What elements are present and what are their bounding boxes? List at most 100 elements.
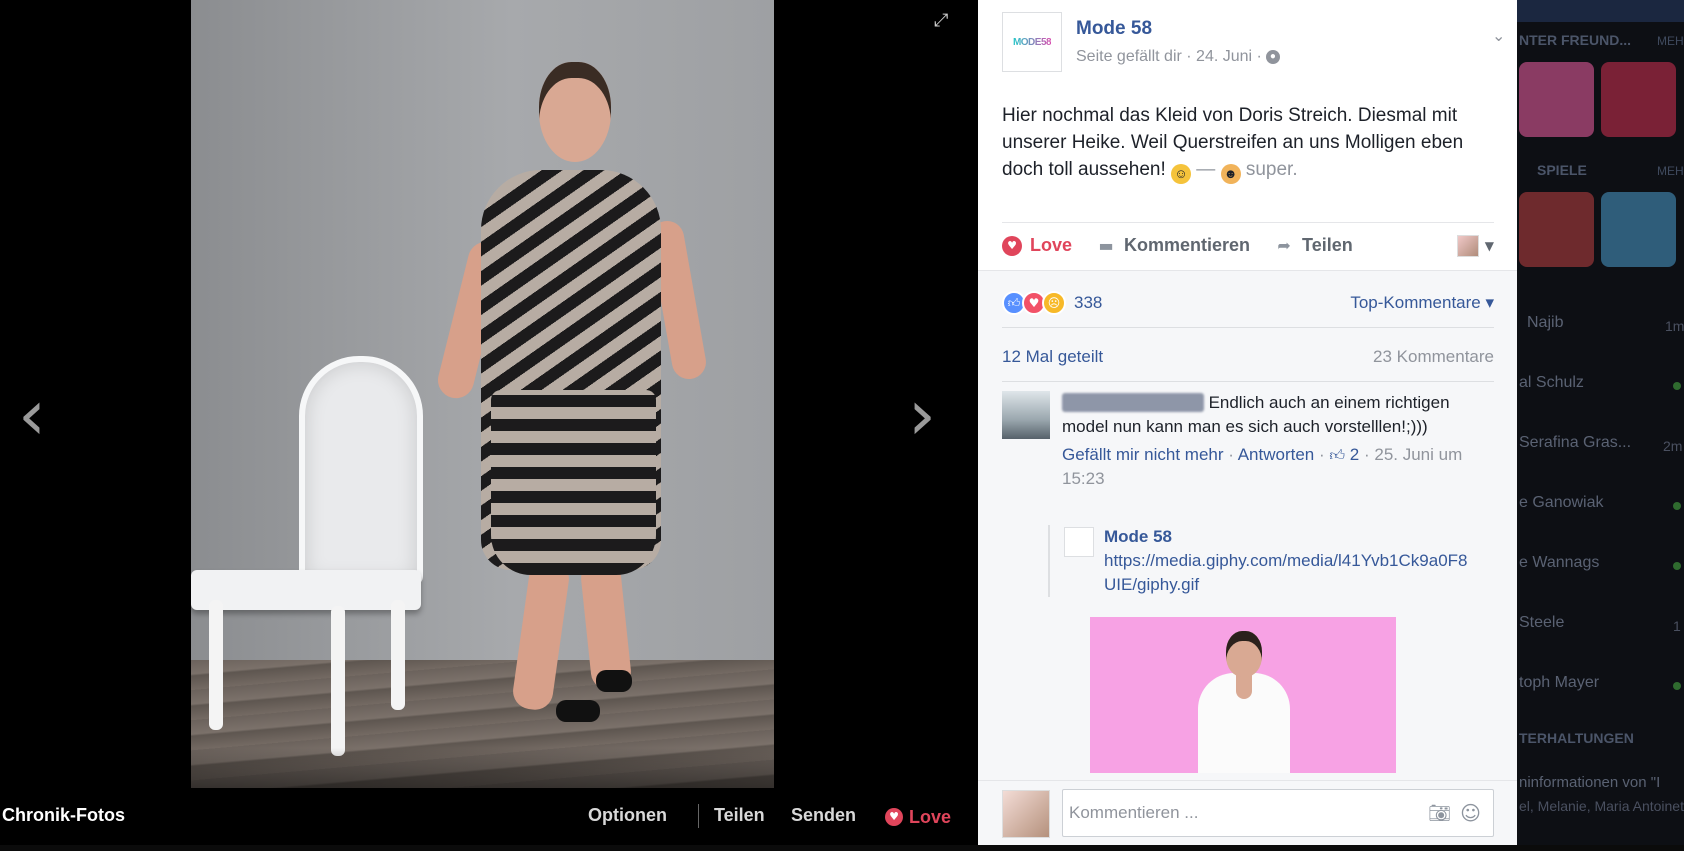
current-user-avatar[interactable]	[1002, 790, 1050, 838]
send-button[interactable]: Senden	[791, 788, 856, 846]
reply-author-link[interactable]: Mode 58	[1104, 525, 1478, 549]
comment-sort-dropdown[interactable]: Top-Kommentare ▾	[1350, 293, 1494, 313]
photo-person-skirt	[491, 390, 656, 575]
viewer-avatar	[1456, 235, 1479, 257]
page-name-link[interactable]: Mode 58	[1076, 18, 1152, 40]
sidebar-contact[interactable]: e Ganowiak	[1519, 494, 1604, 512]
photo-chair-back	[299, 356, 423, 586]
sidebar-heading-friends: NTER FREUND...	[1519, 32, 1631, 48]
post-panel: MODE58 Mode 58 Seite gefällt dir · 24. J…	[978, 0, 1517, 845]
gif-person-head	[1226, 631, 1262, 677]
sidebar-contact[interactable]: al Schulz	[1519, 374, 1584, 392]
globe-icon[interactable]: ●	[1265, 50, 1280, 64]
sidebar-contact-status: 1m	[1665, 318, 1684, 334]
comment-like-count[interactable]: 2	[1350, 445, 1359, 464]
fullscreen-expand-icon[interactable]: ⤢	[934, 10, 956, 32]
game-tile[interactable]	[1601, 192, 1676, 267]
love-button[interactable]: ♥ Love	[885, 788, 951, 846]
sidebar-contact[interactable]: toph Mayer	[1519, 674, 1599, 692]
comment-sort-label: Top-Kommentare	[1350, 293, 1481, 312]
options-button[interactable]: Optionen	[588, 788, 667, 846]
comment-bubble-icon: ▬	[1098, 235, 1114, 255]
post-meta-text: Seite gefällt dir · 24. Juni ·	[1076, 48, 1262, 65]
viewer-bottom-bar: Chronik-Fotos Optionen Teilen Senden ♥ L…	[0, 748, 978, 846]
smile-emoji-icon: ☺	[1171, 164, 1192, 184]
online-dot	[1673, 382, 1681, 390]
share-post-label: Teilen	[1302, 235, 1353, 255]
sidebar-more-link[interactable]: MEH	[1657, 34, 1684, 48]
album-link[interactable]: Chronik-Fotos	[2, 788, 125, 846]
heart-icon: ♥	[1002, 235, 1022, 256]
unlike-comment-link[interactable]: Gefällt mir nicht mehr	[1062, 445, 1224, 464]
shares-count[interactable]: 12 Mal geteilt	[1002, 347, 1103, 367]
reply-link[interactable]: Antworten	[1238, 445, 1315, 464]
photo-person-head	[539, 62, 611, 162]
reply-page-avatar[interactable]	[1064, 527, 1094, 557]
reactions-summary: 👍︎ ♥ ☹ 338 Top-Kommentare ▾	[1002, 287, 1494, 319]
page-avatar[interactable]: MODE58	[1002, 12, 1062, 72]
comment-button[interactable]: ▬ Kommentieren	[1096, 235, 1250, 256]
post-meta: Seite gefällt dir · 24. Juni · ●	[1076, 48, 1280, 66]
background-top-strip	[1517, 0, 1684, 22]
reply-body: Mode 58 https://media.giphy.com/media/l4…	[1104, 525, 1478, 597]
love-label: Love	[909, 807, 952, 827]
photo-chair-leg	[209, 600, 223, 730]
post-message: Hier nochmal das Kleid von Doris Streich…	[1002, 102, 1502, 184]
sidebar-contact-status: 2m	[1663, 438, 1683, 454]
share-button[interactable]: Teilen	[714, 788, 765, 846]
game-tile[interactable]	[1601, 62, 1676, 137]
comments-count[interactable]: 23 Kommentare	[1373, 347, 1494, 367]
post-actions: ♥ Love ▬ Kommentieren ➦ Teilen ▼	[1002, 222, 1494, 268]
sidebar-more-link[interactable]: MEH	[1657, 164, 1684, 178]
love-reaction-button[interactable]: ♥ Love	[1002, 235, 1072, 256]
game-tile[interactable]	[1519, 192, 1594, 267]
camera-icon[interactable]: 📷︎	[1428, 803, 1451, 824]
audience-selector[interactable]: ▼	[1456, 235, 1494, 257]
background-sidebar: NTER FREUND... MEH SPIELE MEH Najib 1m a…	[1517, 0, 1684, 851]
previous-photo-arrow-icon[interactable]: ‹	[18, 380, 58, 450]
comment-button-label: Kommentieren	[1124, 235, 1251, 255]
comment-input-box[interactable]: 📷︎ ☺	[1062, 789, 1494, 837]
online-dot	[1673, 562, 1681, 570]
photo-chair-leg	[331, 606, 345, 756]
comment-composer: 📷︎ ☺	[978, 780, 1517, 845]
commenter-name-redacted[interactable]: xxxxxxxxxxxxxxx	[1062, 393, 1204, 412]
commenter-avatar[interactable]	[1002, 391, 1050, 439]
reaction-count[interactable]: 338	[1074, 293, 1102, 313]
comment-actions: Gefällt mir nicht mehr · Antworten · 👍︎ …	[1062, 445, 1463, 488]
comment-body: xxxxxxxxxxxxxxx Endlich auch an einem ri…	[1062, 391, 1482, 491]
photo-shoe	[596, 670, 632, 692]
reply-gif-preview[interactable]	[1090, 617, 1396, 773]
game-tile[interactable]	[1519, 62, 1594, 137]
feeling-dash: —	[1196, 159, 1216, 180]
sidebar-contact[interactable]: Najib	[1527, 314, 1563, 332]
app-root: ‹ › ⤢ Chronik-Fotos Optionen Teilen Send…	[0, 0, 1684, 851]
wow-reaction-icon: ☹	[1042, 291, 1066, 315]
divider	[698, 804, 699, 828]
smiley-icon[interactable]: ☺	[1460, 801, 1481, 825]
sidebar-conversation-members: el, Melanie, Maria Antoinet	[1519, 798, 1684, 814]
feedback-section: 👍︎ ♥ ☹ 338 Top-Kommentare ▾ 12 Mal getei…	[978, 270, 1517, 845]
post-header: MODE58 Mode 58 Seite gefällt dir · 24. J…	[1002, 12, 1505, 72]
feeling-text[interactable]: super.	[1246, 159, 1298, 180]
online-dot	[1673, 502, 1681, 510]
comment-input[interactable]	[1069, 790, 1409, 836]
share-arrow-icon: ➦	[1277, 235, 1291, 255]
photo-chair-seat	[191, 570, 421, 610]
post-photo[interactable]	[191, 0, 774, 788]
love-reaction-label: Love	[1030, 235, 1073, 255]
feeling-emoji-icon: ☻	[1220, 164, 1241, 184]
share-post-button[interactable]: ➦ Teilen	[1274, 235, 1353, 256]
heart-icon: ♥	[885, 808, 903, 826]
sidebar-contact[interactable]: Serafina Gras...	[1519, 434, 1631, 452]
divider	[1002, 327, 1494, 328]
sidebar-contact[interactable]: e Wannags	[1519, 554, 1599, 572]
reply-url-link[interactable]: https://media.giphy.com/media/l41Yvb1Ck9…	[1104, 549, 1478, 597]
sidebar-contact[interactable]: Steele	[1519, 614, 1564, 632]
chevron-down-icon[interactable]: ⌄	[1492, 26, 1505, 45]
page-logo: MODE58	[1012, 36, 1052, 48]
sidebar-conversation-title[interactable]: ninformationen von "I	[1519, 774, 1660, 791]
photo-shoe	[556, 700, 600, 722]
next-photo-arrow-icon[interactable]: ›	[908, 380, 948, 450]
photo-viewer: ‹ › ⤢ Chronik-Fotos Optionen Teilen Send…	[0, 0, 978, 851]
